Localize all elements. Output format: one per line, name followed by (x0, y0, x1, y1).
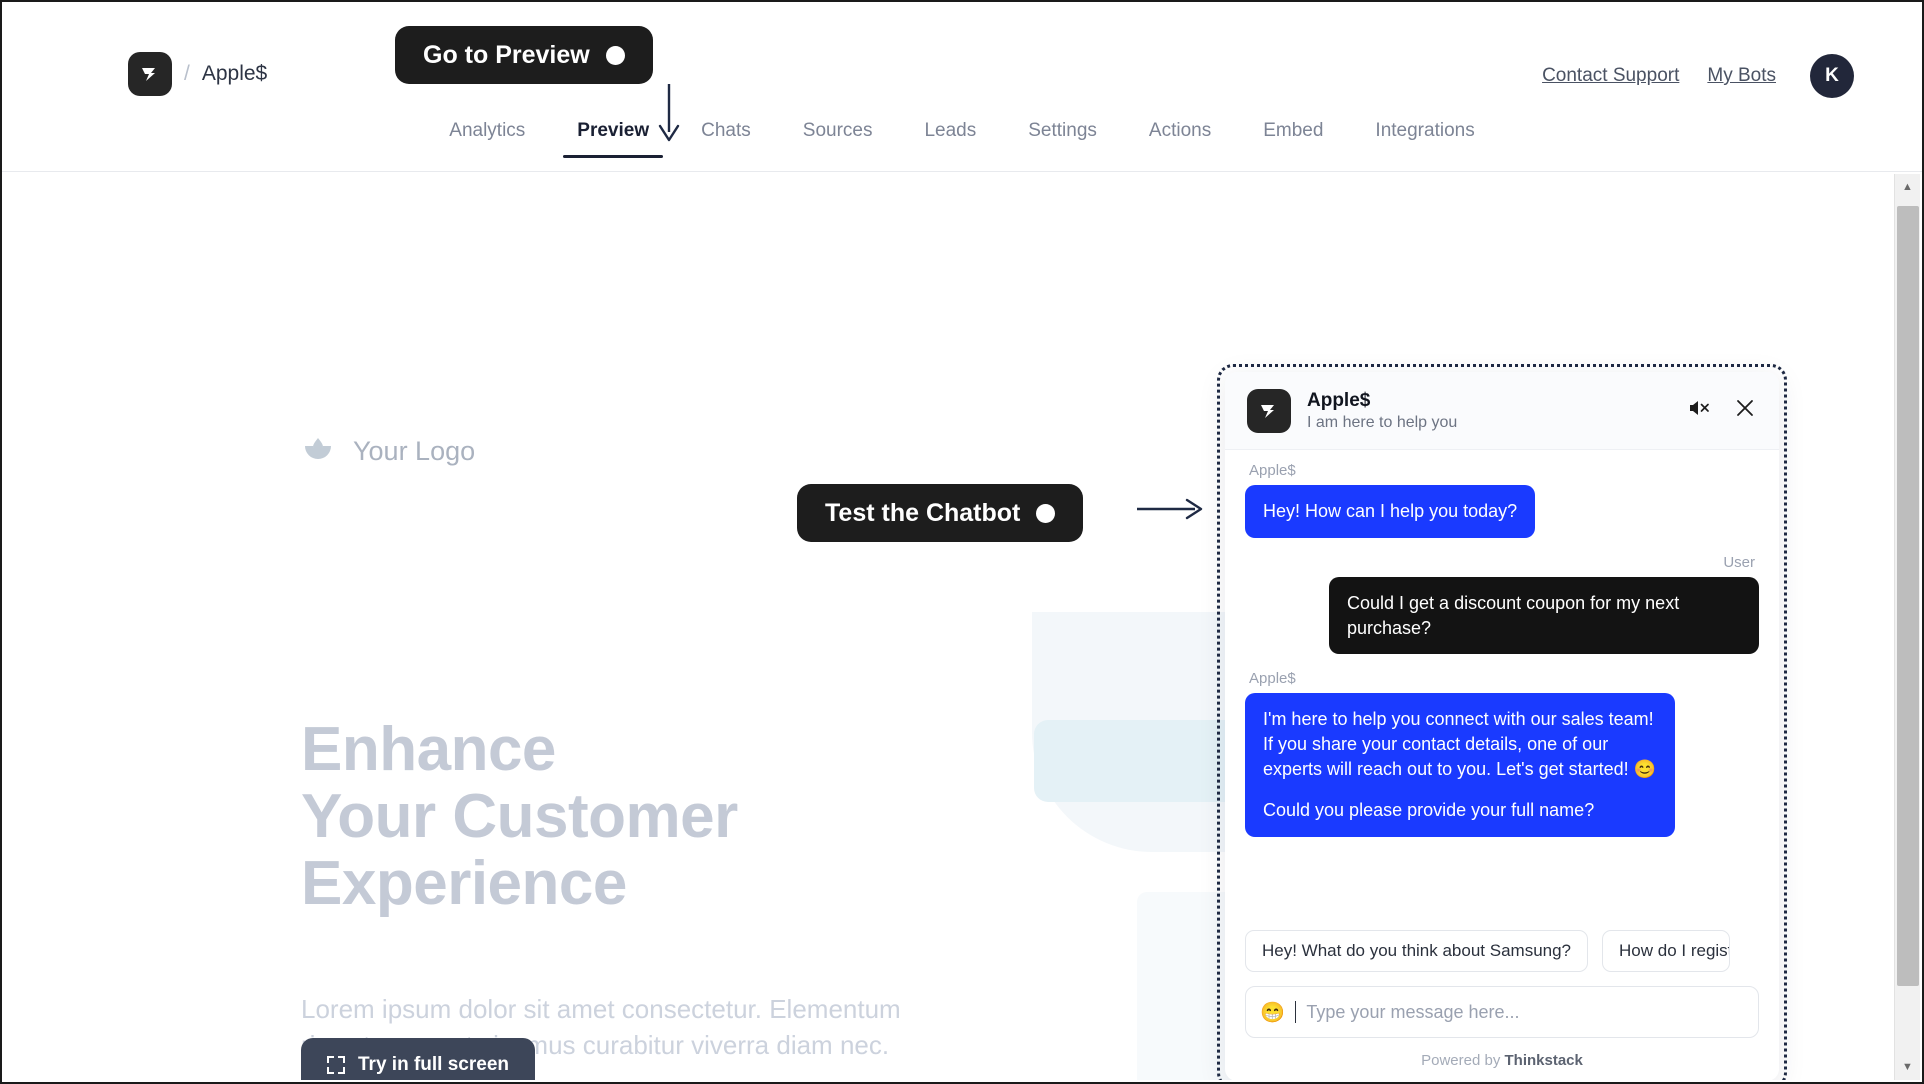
page-scrollbar[interactable]: ▲ ▼ (1894, 174, 1920, 1080)
chat-message-bubble: I'm here to help you connect with our sa… (1245, 693, 1675, 837)
breadcrumb: / Apple$ (128, 52, 267, 96)
powered-by-label: Powered by Thinkstack (1225, 1038, 1779, 1080)
my-bots-link[interactable]: My Bots (1707, 65, 1776, 87)
hero-logo: Your Logo (301, 434, 475, 468)
expand-icon (327, 1056, 345, 1074)
placeholder-logo-icon (301, 434, 335, 468)
chat-message-bubble: Could I get a discount coupon for my nex… (1329, 576, 1759, 655)
chat-message-text: Hey! How can I help you today? (1263, 501, 1518, 521)
chat-message-text: I'm here to help you connect with our sa… (1263, 709, 1657, 780)
scrollbar-thumb[interactable] (1896, 206, 1919, 986)
chat-message-sender: User (1723, 553, 1755, 571)
scroll-down-arrow-icon[interactable]: ▼ (1895, 1054, 1921, 1080)
powered-by-prefix: Powered by (1421, 1052, 1505, 1069)
chat-message-list[interactable]: Apple$ Hey! How can I help you today? Us… (1225, 450, 1779, 924)
chat-bot-title: Apple$ (1307, 389, 1371, 411)
callout-test-the-chatbot: Test the Chatbot (797, 484, 1084, 542)
chat-bot-avatar-icon (1247, 388, 1291, 433)
chat-message: User Could I get a discount coupon for m… (1245, 554, 1759, 655)
chat-bot-subtitle: I am here to help you (1307, 413, 1458, 431)
speaker-muted-icon[interactable] (1687, 396, 1711, 425)
tab-settings[interactable]: Settings (1002, 120, 1123, 158)
chat-message: Apple$ I'm here to help you connect with… (1245, 670, 1759, 837)
text-caret (1294, 1001, 1297, 1023)
breadcrumb-separator: / (184, 62, 190, 85)
tab-bar: Analytics Preview Chats Sources Leads Se… (2, 120, 1922, 158)
top-header: / Apple$ Contact Support My Bots K Analy… (2, 2, 1922, 172)
chat-widget-header: Apple$ I am here to help you (1225, 372, 1779, 450)
chat-widget: Apple$ I am here to help you Apple$ Hey!… (1225, 372, 1779, 1080)
scroll-up-arrow-icon[interactable]: ▲ (1895, 174, 1921, 200)
close-icon[interactable] (1733, 396, 1757, 425)
app-window: / Apple$ Contact Support My Bots K Analy… (0, 0, 1924, 1084)
try-in-full-screen-label: Try in full screen (358, 1054, 509, 1075)
emoji-picker-icon[interactable]: 😁 (1260, 1000, 1285, 1025)
message-input-placeholder[interactable]: Type your message here... (1306, 1002, 1519, 1023)
callout-go-to-preview-label: Go to Preview (423, 40, 590, 69)
callout-test-the-chatbot-label: Test the Chatbot (825, 498, 1021, 527)
scrollbar-track[interactable] (1895, 200, 1921, 1054)
suggested-reply-chip[interactable]: How do I register (1602, 930, 1731, 972)
suggested-replies: Hey! What do you think about Samsung? Ho… (1225, 924, 1779, 972)
callout-dot-icon (605, 45, 625, 65)
hero-logo-label: Your Logo (353, 435, 476, 466)
header-actions: Contact Support My Bots K (1542, 54, 1854, 98)
callout-go-to-preview: Go to Preview (395, 26, 653, 84)
tab-sources[interactable]: Sources (777, 120, 899, 158)
tab-leads[interactable]: Leads (898, 120, 1002, 158)
tab-integrations[interactable]: Integrations (1349, 120, 1500, 158)
tab-analytics[interactable]: Analytics (423, 120, 551, 158)
chat-message-sender: Apple$ (1249, 670, 1296, 688)
chat-message-text: Could I get a discount coupon for my nex… (1347, 592, 1680, 638)
hero-title-line-1: Enhance (301, 715, 556, 784)
chat-message: Apple$ Hey! How can I help you today? (1245, 462, 1759, 538)
arrow-right-icon (1137, 494, 1207, 529)
tab-chats[interactable]: Chats (675, 120, 777, 158)
tab-actions[interactable]: Actions (1123, 120, 1237, 158)
bot-name-label: Apple$ (201, 62, 268, 85)
tab-embed[interactable]: Embed (1237, 120, 1349, 158)
suggested-reply-chip[interactable]: Hey! What do you think about Samsung? (1245, 930, 1589, 972)
message-composer[interactable]: 😁 Type your message here... (1245, 986, 1759, 1038)
callout-dot-icon (1036, 503, 1056, 523)
powered-by-brand: Thinkstack (1504, 1052, 1583, 1069)
chat-message-text: Could you please provide your full name? (1263, 799, 1595, 820)
preview-canvas: Your Logo Enhance Your Customer Experien… (4, 172, 1920, 1080)
try-in-full-screen-button[interactable]: Try in full screen (301, 1038, 535, 1080)
hero-title-line-2: Your Customer (301, 781, 738, 851)
page-title: Enhance Your Customer Experience (301, 715, 738, 918)
arrow-down-icon (654, 84, 684, 149)
avatar[interactable]: K (1810, 54, 1854, 98)
contact-support-link[interactable]: Contact Support (1542, 65, 1679, 87)
thinkstack-logo-icon[interactable] (128, 52, 172, 96)
chat-message-bubble: Hey! How can I help you today? (1245, 485, 1536, 538)
hero-title-line-3: Experience (301, 848, 627, 918)
chat-message-sender: Apple$ (1249, 462, 1296, 479)
